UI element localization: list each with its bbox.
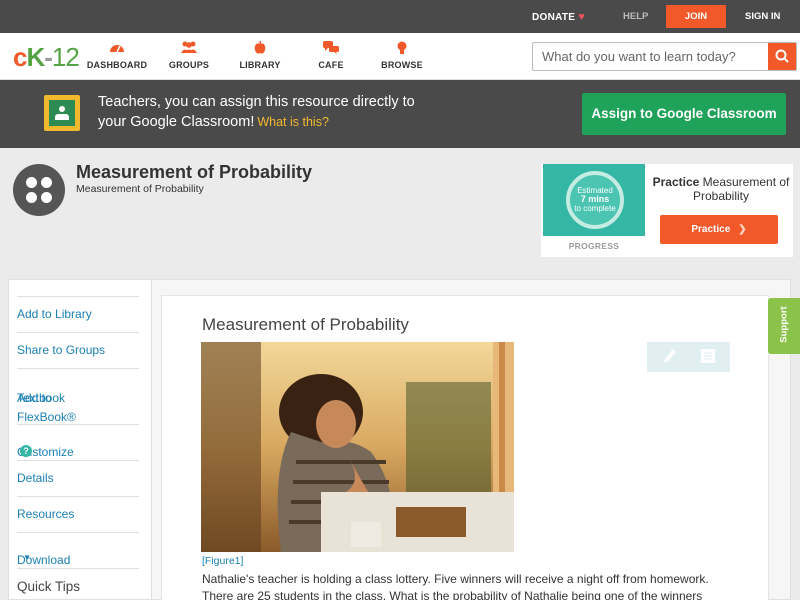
help-link[interactable]: HELP [623,11,648,22]
logo-dash: - [44,42,53,72]
article-body: Nathalie's teacher is holding a class lo… [202,571,742,600]
top-utility-bar: DONATE ♥ HELP JOIN SIGN IN [0,0,800,33]
donate-label: DONATE [532,12,576,23]
sidebar-item-label: Add to Library [17,307,92,321]
page-subtitle: Measurement of Probability [76,183,204,195]
caret-down-icon: ▼ [23,553,31,562]
progress-badge[interactable]: Estimated 7 mins to complete [543,164,645,236]
heart-icon: ♥ [578,11,586,23]
nav-cafe[interactable]: CAFE [296,41,366,70]
quick-tips-heading: Quick Tips [17,568,139,598]
what-is-this-link[interactable]: What is this? [257,115,329,129]
sidebar: Add to Library Share to Groups Add to Fl… [8,279,151,600]
classroom-banner: Teachers, you can assign this resource d… [0,80,800,148]
banner-line-2: your Google Classroom! [98,114,255,130]
chat-icon [296,41,366,57]
search-input[interactable] [533,43,769,70]
help-icon[interactable]: ? [20,445,32,457]
article-tools [647,342,730,372]
logo-c: c [13,42,28,72]
search-icon [775,49,789,63]
figure-image [201,342,514,552]
nav-library[interactable]: LIBRARY [225,41,295,70]
logo-number: 12 [51,42,80,72]
figure-caption[interactable]: [Figure1] [202,555,243,567]
banner-line-1: Teachers, you can assign this resource d… [98,94,415,110]
sidebar-item-download[interactable]: Download ▼ [17,532,139,568]
progress-to-complete: to complete [574,204,616,213]
search-button[interactable] [768,43,796,70]
body-line-2: There are 25 students in the class. What… [202,589,703,600]
pencil-icon[interactable] [663,348,677,364]
sidebar-item-label: Resources [17,507,75,521]
nav-browse[interactable]: BROWSE [367,41,437,70]
bulb-icon [367,41,437,57]
progress-mins: 7 mins [580,194,610,204]
progress-label: PROGRESS [568,241,620,251]
practice-button[interactable]: Practice ❯ [660,215,778,244]
sidebar-item-add-to-flexbook[interactable]: Add to FlexBook® Textbook [17,368,139,424]
practice-card: Estimated 7 mins to complete PROGRESS Pr… [541,164,793,257]
join-button[interactable]: JOIN [666,5,726,28]
support-label: Support [778,306,790,343]
sidebar-item-share-to-groups[interactable]: Share to Groups [17,332,139,368]
logo-k: K [26,42,45,72]
sidebar-item-add-to-library[interactable]: Add to Library [17,296,139,332]
practice-button-label: Practice [691,224,731,235]
article-title: Measurement of Probability [202,315,409,334]
sidebar-item-customize[interactable]: Customize? [17,424,139,460]
notes-icon[interactable] [701,348,715,364]
apple-icon [225,41,295,57]
nav-groups-label: GROUPS [168,60,210,70]
gauge-icon [82,41,152,57]
nav-dashboard-label: DASHBOARD [86,60,148,70]
donate-link[interactable]: DONATE ♥ [532,11,585,23]
search-box [532,42,797,71]
practice-title: Practice Measurement of Probability [651,175,791,203]
sidebar-item-label: Details [17,471,54,485]
nav-browse-label: BROWSE [381,60,423,70]
main-navigation: cK-12 DASHBOARD GROUPS LIBRARY CAFE BROW… [0,33,800,80]
chevron-right-icon: ❯ [738,224,747,235]
banner-message: Teachers, you can assign this resource d… [98,92,498,132]
nav-cafe-label: CAFE [318,60,344,70]
ck12-logo[interactable]: cK-12 [13,42,80,73]
sidebar-item-label: Share to Groups [17,343,106,357]
sidebar-item-label-2: Textbook [17,391,66,405]
sign-in-link[interactable]: SIGN IN [745,11,780,22]
page-title: Measurement of Probability [76,162,313,182]
nav-library-label: LIBRARY [239,60,281,70]
nav-groups[interactable]: GROUPS [154,41,224,70]
concept-icon [13,164,65,216]
google-classroom-icon [44,95,80,131]
people-icon [154,41,224,57]
quick-tips-label: Quick Tips [17,579,81,594]
sidebar-item-resources[interactable]: Resources [17,496,139,532]
support-tab[interactable]: Support [768,298,800,354]
body-line-1: Nathalie's teacher is holding a class lo… [202,572,709,586]
practice-title-bold: Practice [652,175,700,189]
nav-dashboard[interactable]: DASHBOARD [82,41,152,70]
assign-to-google-classroom-button[interactable]: Assign to Google Classroom [582,93,786,135]
sidebar-item-details[interactable]: Details [17,460,139,496]
practice-title-rest: Measurement of Probability [692,175,790,203]
